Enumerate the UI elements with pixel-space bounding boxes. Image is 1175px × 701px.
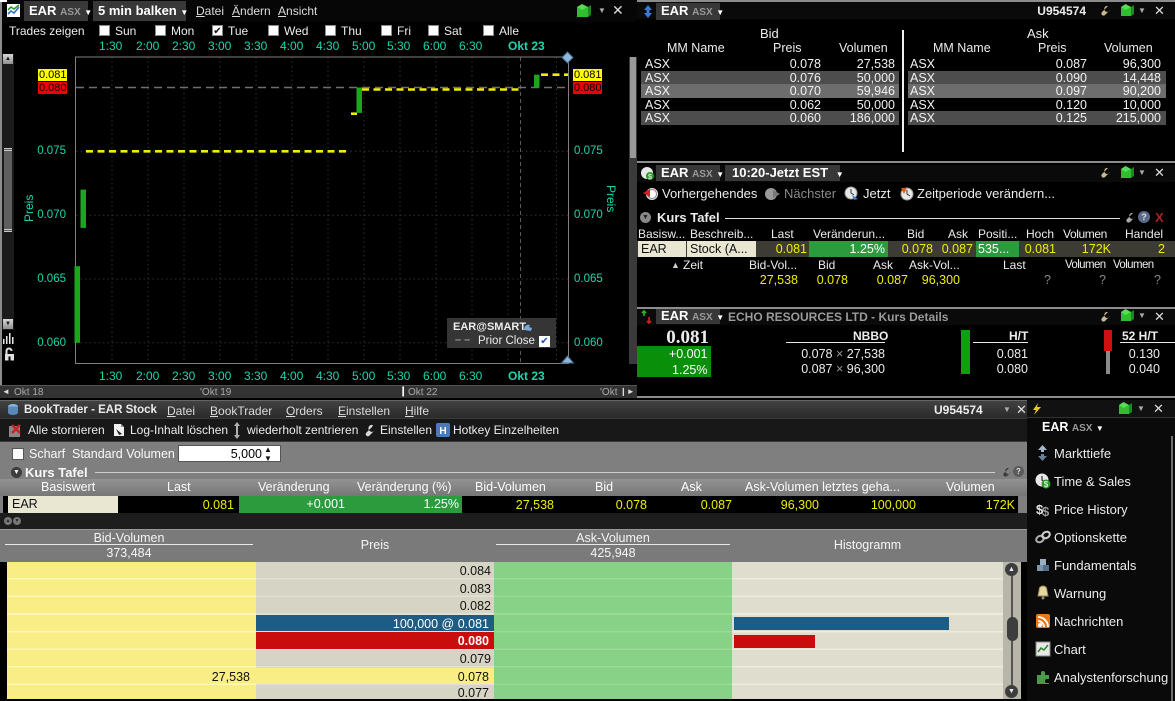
svg-text:$: $ — [1044, 480, 1049, 489]
svg-text:H: H — [439, 426, 446, 437]
svg-text:$: $ — [648, 174, 652, 181]
svg-text:$: $ — [1042, 504, 1050, 517]
